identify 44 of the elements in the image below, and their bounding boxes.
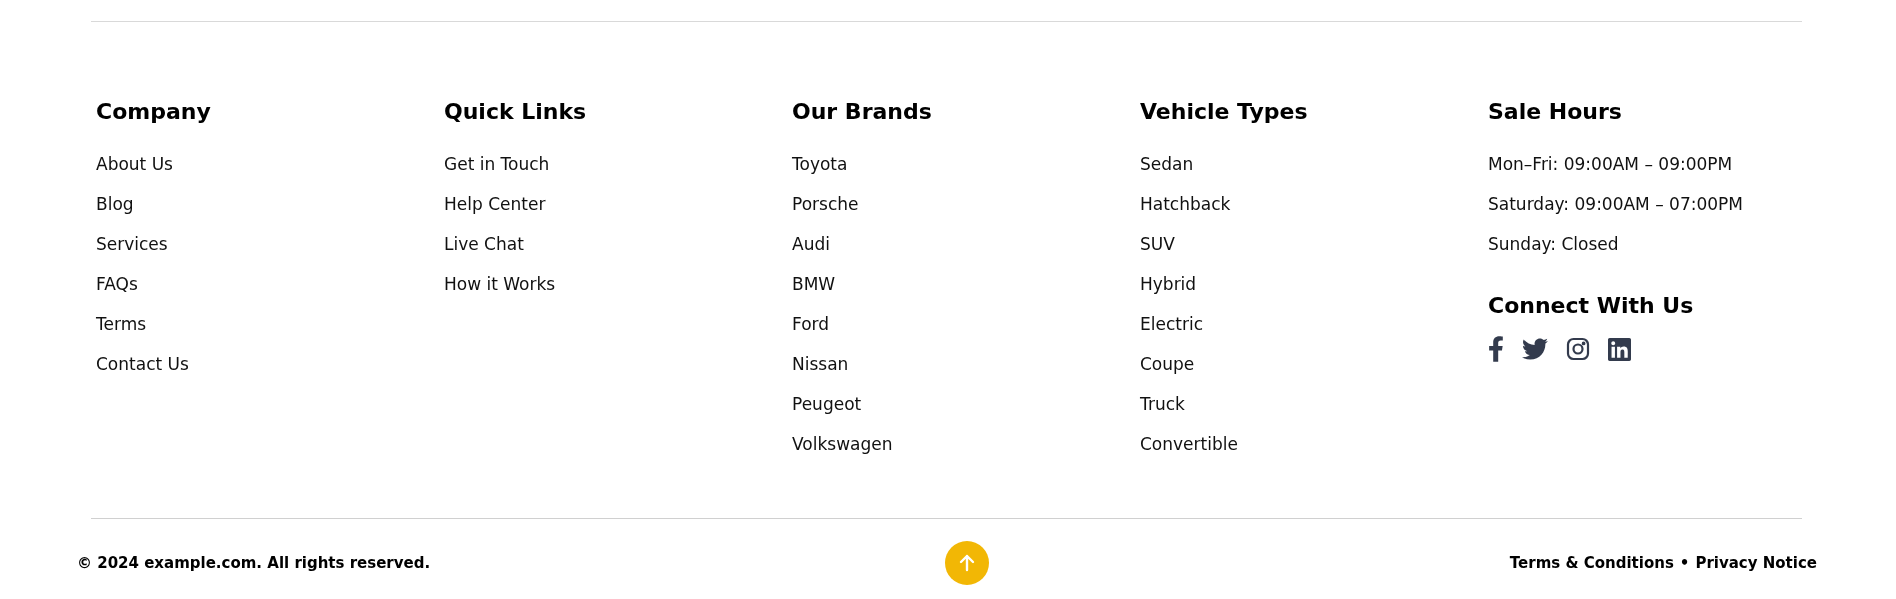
linkedin-icon[interactable] xyxy=(1608,337,1631,361)
footer-link[interactable]: Contact Us xyxy=(96,344,189,384)
separator-dot: • xyxy=(1679,552,1690,574)
footer-link[interactable]: SUV xyxy=(1140,224,1175,264)
arrow-up-icon xyxy=(959,554,975,572)
footer-link[interactable]: Hatchback xyxy=(1140,184,1231,224)
hours-text: Mon–Fri: 09:00AM – 09:00PM xyxy=(1488,153,1733,176)
footer-link[interactable]: Toyota xyxy=(792,144,848,184)
footer-link[interactable]: About Us xyxy=(96,144,173,184)
instagram-icon[interactable] xyxy=(1566,337,1590,361)
footer-link[interactable]: Peugeot xyxy=(792,384,862,424)
footer-link[interactable]: Sedan xyxy=(1140,144,1194,184)
footer-link[interactable]: Help Center xyxy=(444,184,546,224)
footer-link[interactable]: Electric xyxy=(1140,304,1203,344)
column-heading: Sale Hours xyxy=(1488,98,1622,126)
facebook-icon[interactable] xyxy=(1488,336,1504,362)
footer-link[interactable]: Services xyxy=(96,224,168,264)
column-heading: Quick Links xyxy=(444,98,587,126)
footer-link[interactable]: Coupe xyxy=(1140,344,1195,384)
hours-text: Saturday: 09:00AM – 07:00PM xyxy=(1488,193,1743,216)
footer-link[interactable]: Convertible xyxy=(1140,424,1238,464)
hours-text: Sunday: Closed xyxy=(1488,233,1619,256)
footer-link[interactable]: Porsche xyxy=(792,184,859,224)
footer-link[interactable]: Audi xyxy=(792,224,830,264)
footer-link[interactable]: Truck xyxy=(1140,384,1185,424)
footer-link[interactable]: Volkswagen xyxy=(792,424,893,464)
copyright-text: © 2024 example.com. All rights reserved. xyxy=(77,552,431,574)
footer-link[interactable]: Terms xyxy=(96,304,147,344)
column-heading: Vehicle Types xyxy=(1140,98,1308,126)
column-heading: Our Brands xyxy=(792,98,932,126)
footer-link[interactable]: Live Chat xyxy=(444,224,524,264)
footer-link[interactable]: Privacy Notice xyxy=(1695,551,1817,575)
footer-link[interactable]: Get in Touch xyxy=(444,144,550,184)
bird-icon[interactable] xyxy=(1522,338,1548,360)
footer-link[interactable]: Hybrid xyxy=(1140,264,1197,304)
footer-link[interactable]: Nissan xyxy=(792,344,849,384)
footer-link[interactable]: FAQs xyxy=(96,264,138,304)
footer-link[interactable]: Blog xyxy=(96,184,134,224)
section-heading: Connect With Us xyxy=(1488,292,1694,320)
footer-link[interactable]: BMW xyxy=(792,264,836,304)
column-heading: Company xyxy=(96,98,211,126)
footer-link[interactable]: Ford xyxy=(792,304,830,344)
footer-link[interactable]: Terms & Conditions xyxy=(1509,551,1674,575)
footer-link[interactable]: How it Works xyxy=(444,264,556,304)
